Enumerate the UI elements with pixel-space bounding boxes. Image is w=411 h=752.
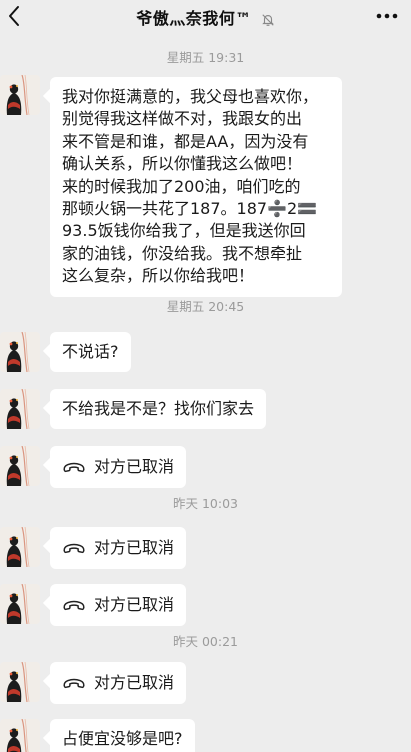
chat-title[interactable]: 爷傲灬奈我何™ bbox=[136, 5, 275, 29]
message-line: 确认关系，所以你懂我这么做吧！ bbox=[62, 154, 303, 174]
message-bubble[interactable]: 不给我是不是？找你们家去 bbox=[50, 389, 267, 430]
message-line: 那顿火锅一共花了187。187➗2🟰 bbox=[62, 199, 318, 219]
more-dots-icon bbox=[376, 13, 398, 19]
voice-call-bubble[interactable]: 对方已取消 bbox=[50, 527, 187, 569]
call-status-text: 对方已取消 bbox=[94, 594, 175, 614]
message-line: 93.5饭钱你给我了，但是我送你回 bbox=[62, 221, 306, 241]
timestamp: 昨天 00:21 bbox=[173, 634, 238, 649]
timestamp: 昨天 10:03 bbox=[173, 496, 238, 511]
voice-call-bubble[interactable]: 对方已取消 bbox=[50, 446, 187, 488]
contact-avatar[interactable] bbox=[0, 719, 40, 752]
phone-hangup-icon bbox=[62, 536, 86, 560]
message-bubble[interactable]: 占便宜没够是吧? bbox=[50, 719, 195, 752]
message-text: 不给我是不是？找你们家去 bbox=[62, 399, 255, 418]
contact-avatar[interactable] bbox=[0, 75, 40, 115]
phone-hangup-icon bbox=[62, 593, 86, 617]
call-status-text: 对方已取消 bbox=[94, 456, 175, 476]
contact-avatar[interactable] bbox=[0, 332, 40, 372]
timestamp: 星期五 20:45 bbox=[166, 299, 245, 314]
contact-name: 爷傲灬奈我何™ bbox=[136, 9, 252, 28]
message-line: 家的油钱，你没给我。我不想牵扯 bbox=[62, 243, 303, 263]
message-line: 这么复杂，所以你给我吧！ bbox=[62, 266, 255, 286]
bell-off-icon bbox=[262, 13, 274, 26]
timestamp: 星期五 19:31 bbox=[166, 50, 245, 65]
voice-call-bubble[interactable]: 对方已取消 bbox=[50, 662, 187, 704]
contact-avatar[interactable] bbox=[0, 446, 40, 486]
call-status-text: 对方已取消 bbox=[94, 672, 175, 692]
message-line: 我对你挺满意的，我父母也喜欢你， bbox=[62, 87, 319, 106]
contact-avatar[interactable] bbox=[0, 527, 40, 567]
contact-avatar[interactable] bbox=[0, 662, 40, 702]
voice-call-bubble[interactable]: 对方已取消 bbox=[50, 584, 187, 626]
message-bubble[interactable]: 不说话? bbox=[50, 332, 131, 373]
back-button[interactable] bbox=[2, 2, 26, 30]
chevron-left-icon bbox=[9, 6, 19, 26]
more-button[interactable] bbox=[373, 4, 401, 28]
chat-header: 爷傲灬奈我何™ bbox=[0, 0, 411, 34]
message-line: 来的时候我加了200油，咱们吃的 bbox=[62, 176, 301, 196]
message-text: 不说话? bbox=[62, 342, 119, 361]
contact-avatar[interactable] bbox=[0, 389, 40, 429]
message-line: 来不管是和谁，都是AA，因为没有 bbox=[62, 131, 309, 151]
phone-hangup-icon bbox=[62, 455, 86, 479]
call-status-text: 对方已取消 bbox=[94, 537, 175, 557]
phone-hangup-icon bbox=[62, 671, 86, 695]
message-line: 别觉得我这样做不对，我跟女的出 bbox=[62, 109, 303, 129]
message-text: 占便宜没够是吧? bbox=[62, 729, 183, 748]
message-bubble[interactable]: 我对你挺满意的，我父母也喜欢你， 别觉得我这样做不对，我跟女的出 来不管是和谁，… bbox=[50, 77, 342, 297]
contact-avatar[interactable] bbox=[0, 584, 40, 624]
